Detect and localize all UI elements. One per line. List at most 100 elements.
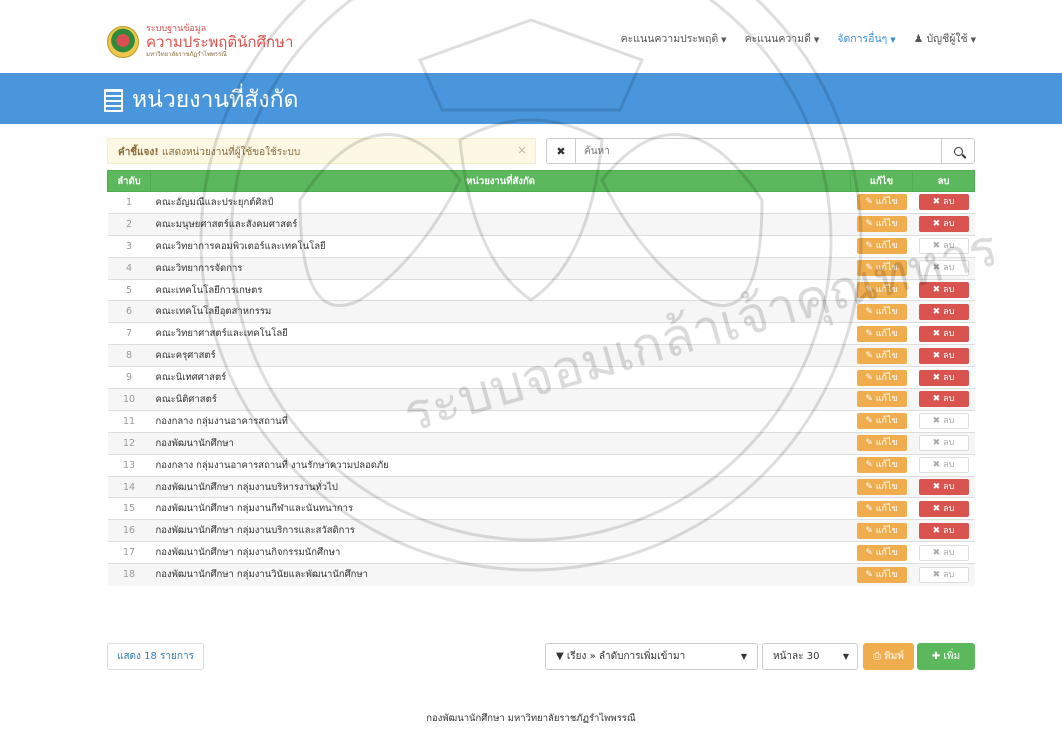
- nav-manage-other[interactable]: จัดการอื่นๆ ▼: [837, 30, 895, 47]
- row-number: 2: [107, 212, 151, 236]
- brand-logo-link[interactable]: ระบบฐานข้อมูล ความประพฤตินักศึกษา มหาวิท…: [107, 25, 293, 58]
- row-number: 12: [107, 431, 151, 455]
- delete-icon: ✖: [932, 350, 944, 361]
- header-department[interactable]: หน่วยงานที่สังกัด: [150, 170, 851, 192]
- edit-button[interactable]: ✎ แก้ไข: [856, 544, 907, 561]
- plus-icon: ✚: [931, 651, 944, 662]
- edit-button[interactable]: ✎ แก้ไข: [856, 457, 907, 474]
- delete-button-label: ลบ: [943, 460, 955, 471]
- edit-button[interactable]: ✎ แก้ไข: [856, 260, 907, 277]
- delete-icon: ✖: [932, 416, 944, 427]
- row-number: 10: [107, 388, 151, 411]
- delete-button[interactable]: ✖ ลบ: [918, 369, 969, 386]
- delete-button-label: ลบ: [943, 306, 955, 317]
- edit-button[interactable]: ✎ แก้ไข: [856, 282, 907, 298]
- print-button-label: พิมพ์: [884, 651, 904, 662]
- edit-icon: ✎: [865, 416, 876, 427]
- nav-user-account-label: บัญชีผู้ใช้: [926, 33, 968, 45]
- edit-icon: ✎: [865, 525, 876, 536]
- edit-cell: ✎ แก้ไข: [850, 431, 913, 455]
- table-body: 1 คณะอัญมณีและประยุกต์ศิลป์ ✎ แก้ไข ✖ ลบ 2 คณ…: [107, 191, 975, 586]
- brand-university: มหาวิทยาลัยราชภัฏรำไพพรรณี: [146, 51, 227, 58]
- delete-cell: ✖ ลบ: [912, 234, 975, 258]
- edit-button[interactable]: ✎ แก้ไข: [856, 347, 907, 364]
- clear-search-button[interactable]: ✖: [546, 138, 576, 164]
- edit-button[interactable]: ✎ แก้ไข: [856, 500, 907, 517]
- delete-button[interactable]: ✖ ลบ: [918, 391, 969, 408]
- caret-down-icon: ▼: [970, 36, 976, 44]
- page-header-banner: หน่วยงานที่สังกัด: [0, 73, 1062, 124]
- delete-icon: ✖: [932, 219, 944, 230]
- edit-button-label: แก้ไข: [875, 503, 898, 514]
- nav-good-deed-score[interactable]: คะแนนความดี ▼: [745, 30, 820, 47]
- table-row: 16 กองพัฒนานักศึกษา กลุ่มงานบริการและสวัส…: [107, 519, 975, 542]
- print-button[interactable]: ⎙ พิมพ์: [863, 643, 914, 670]
- delete-button[interactable]: ✖ ลบ: [918, 522, 969, 539]
- delete-icon: ✖: [932, 547, 944, 558]
- delete-button[interactable]: ✖ ลบ: [918, 303, 969, 320]
- table-row: 4 คณะวิทยาการจัดการ ✎ แก้ไข ✖ ลบ: [107, 256, 975, 280]
- edit-button[interactable]: ✎ แก้ไข: [856, 435, 907, 452]
- delete-button[interactable]: ✖ ลบ: [918, 347, 969, 364]
- edit-button[interactable]: ✎ แก้ไข: [856, 522, 907, 539]
- edit-button[interactable]: ✎ แก้ไข: [856, 391, 907, 408]
- edit-icon: ✎: [865, 306, 876, 317]
- edit-icon: ✎: [865, 460, 876, 471]
- brand-title: ความประพฤตินักศึกษา: [146, 33, 294, 51]
- edit-button-label: แก้ไข: [875, 328, 898, 339]
- delete-button[interactable]: ✖ ลบ: [918, 325, 969, 342]
- table-row: 12 กองพัฒนานักศึกษา ✎ แก้ไข ✖ ลบ: [107, 431, 975, 455]
- delete-cell: ✖ ลบ: [912, 322, 975, 345]
- edit-icon: ✎: [865, 241, 876, 252]
- nav-user-account[interactable]: ♟ บัญชีผู้ใช้ ▼: [914, 30, 976, 47]
- close-icon[interactable]: ×: [517, 143, 527, 157]
- edit-button[interactable]: ✎ แก้ไข: [856, 479, 907, 496]
- edit-button-label: แก้ไข: [875, 306, 898, 317]
- caret-down-icon: ▼: [842, 652, 849, 661]
- row-number: 4: [107, 256, 151, 280]
- delete-button[interactable]: ✖ ลบ: [918, 479, 969, 496]
- edit-button[interactable]: ✎ แก้ไข: [856, 325, 907, 342]
- delete-button: ✖ ลบ: [918, 457, 969, 474]
- edit-button[interactable]: ✎ แก้ไข: [856, 194, 907, 211]
- per-page-select[interactable]: หน้าละ 30 ▼: [762, 643, 858, 670]
- delete-button: ✖ ลบ: [918, 435, 969, 452]
- page-title: หน่วยงานที่สังกัด: [104, 82, 298, 118]
- edit-button-label: แก้ไข: [875, 285, 898, 295]
- edit-icon: ✎: [865, 350, 876, 361]
- edit-button[interactable]: ✎ แก้ไข: [856, 303, 907, 320]
- header-number[interactable]: ลำดับ: [107, 170, 151, 192]
- edit-icon: ✎: [865, 547, 876, 558]
- delete-button[interactable]: ✖ ลบ: [918, 282, 969, 298]
- table-row: 13 กองกลาง กลุ่มงานอาคารสถานที่ งานรักษาค…: [107, 453, 975, 477]
- department-name: คณะวิทยาการจัดการ: [150, 256, 851, 280]
- add-button[interactable]: ✚ เพิ่ม: [917, 643, 975, 670]
- row-number: 6: [107, 300, 151, 323]
- search-input[interactable]: [576, 138, 941, 164]
- delete-cell: ✖ ลบ: [912, 497, 975, 520]
- edit-button[interactable]: ✎ แก้ไข: [856, 216, 907, 233]
- delete-button[interactable]: ✖ ลบ: [918, 500, 969, 517]
- delete-button-label: ลบ: [943, 372, 955, 383]
- delete-cell: ✖ ลบ: [912, 344, 975, 367]
- delete-button[interactable]: ✖ ลบ: [918, 216, 969, 233]
- edit-button[interactable]: ✎ แก้ไข: [856, 238, 907, 255]
- edit-button[interactable]: ✎ แก้ไข: [856, 369, 907, 386]
- delete-button-label: ลบ: [943, 547, 955, 558]
- edit-cell: ✎ แก้ไข: [850, 497, 913, 520]
- brand-text: ระบบฐานข้อมูล ความประพฤตินักศึกษา มหาวิท…: [146, 25, 293, 58]
- edit-icon: ✎: [865, 263, 876, 274]
- edit-button[interactable]: ✎ แก้ไข: [856, 413, 907, 430]
- department-name: คณะอัญมณีและประยุกต์ศิลป์: [150, 191, 851, 214]
- delete-cell: ✖ ลบ: [912, 191, 975, 214]
- edit-button[interactable]: ✎ แก้ไข: [856, 566, 907, 583]
- search-button[interactable]: [941, 138, 975, 164]
- table-row: 14 กองพัฒนานักศึกษา กลุ่มงานบริหารงานทั่ว…: [107, 475, 975, 498]
- edit-cell: ✎ แก้ไข: [850, 453, 913, 477]
- sort-select[interactable]: ▼ เรียง » ลำดับการเพิ่มเข้ามา ▼: [545, 643, 758, 670]
- nav-conduct-score[interactable]: คะแนนความประพฤติ ▼: [621, 30, 727, 47]
- delete-button[interactable]: ✖ ลบ: [918, 194, 969, 211]
- delete-cell: ✖ ลบ: [912, 475, 975, 498]
- delete-icon: ✖: [932, 306, 944, 317]
- department-name: คณะเทคโนโลยีอุตสาหกรรม: [150, 300, 851, 323]
